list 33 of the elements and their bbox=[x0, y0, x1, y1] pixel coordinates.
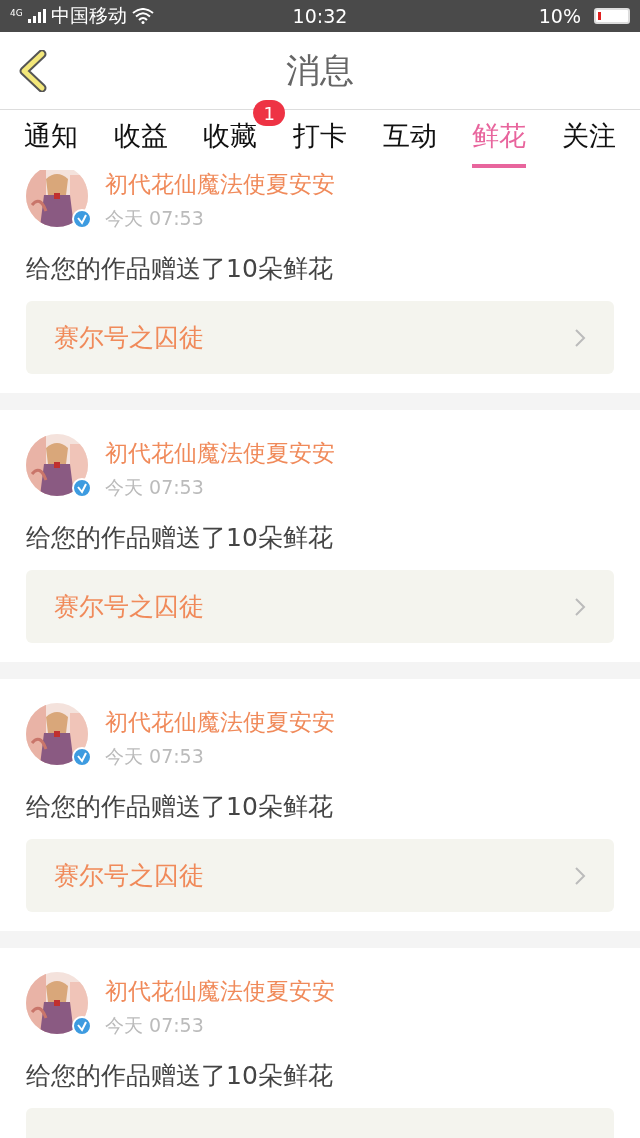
chevron-icon bbox=[574, 865, 586, 886]
message-text: 给您的作品赠送了10朵鲜花 bbox=[26, 791, 334, 823]
timestamp: 今天 07:53 bbox=[105, 206, 205, 231]
message-text: 给您的作品赠送了10朵鲜花 bbox=[26, 253, 334, 285]
wifi-icon bbox=[131, 8, 154, 24]
back-icon[interactable] bbox=[17, 50, 47, 92]
user-name[interactable]: 初代花仙魔法使夏安安 bbox=[105, 976, 335, 1007]
page-title: 消息 bbox=[286, 48, 354, 92]
user-name[interactable]: 初代花仙魔法使夏安安 bbox=[105, 707, 335, 738]
tab[interactable]: 互动 bbox=[382, 112, 437, 168]
message-text: 给您的作品赠送了10朵鲜花 bbox=[26, 1060, 334, 1092]
count-badge: 1 bbox=[253, 100, 286, 126]
work-link[interactable]: 赛尔号之囚徒 bbox=[26, 839, 614, 912]
clock: 10:32 bbox=[292, 5, 348, 27]
carrier-name: 中国移动 bbox=[50, 3, 127, 28]
tab[interactable]: 打卡 bbox=[292, 112, 347, 168]
tab[interactable]: 关注 bbox=[562, 112, 617, 168]
user-name[interactable]: 初代花仙魔法使夏安安 bbox=[105, 170, 335, 200]
user-name[interactable]: 初代花仙魔法使夏安安 bbox=[105, 438, 335, 469]
chevron-icon bbox=[574, 596, 586, 617]
work-link[interactable]: 赛尔号之囚徒 bbox=[26, 570, 614, 643]
timestamp: 今天 07:53 bbox=[105, 744, 205, 769]
timestamp: 今天 07:53 bbox=[105, 1013, 205, 1038]
signal-icon bbox=[27, 9, 46, 23]
message-text: 给您的作品赠送了10朵鲜花 bbox=[26, 522, 334, 554]
battery-icon bbox=[594, 8, 630, 24]
tab[interactable]: 通知 bbox=[23, 112, 78, 168]
work-link[interactable]: 赛尔号之囚徒 bbox=[26, 301, 614, 374]
tab[interactable]: 收益 bbox=[113, 112, 168, 168]
battery-percent: 10% bbox=[538, 5, 581, 27]
timestamp: 今天 07:53 bbox=[105, 475, 205, 500]
network-type: 4G bbox=[10, 8, 23, 18]
chevron-icon bbox=[574, 327, 586, 348]
